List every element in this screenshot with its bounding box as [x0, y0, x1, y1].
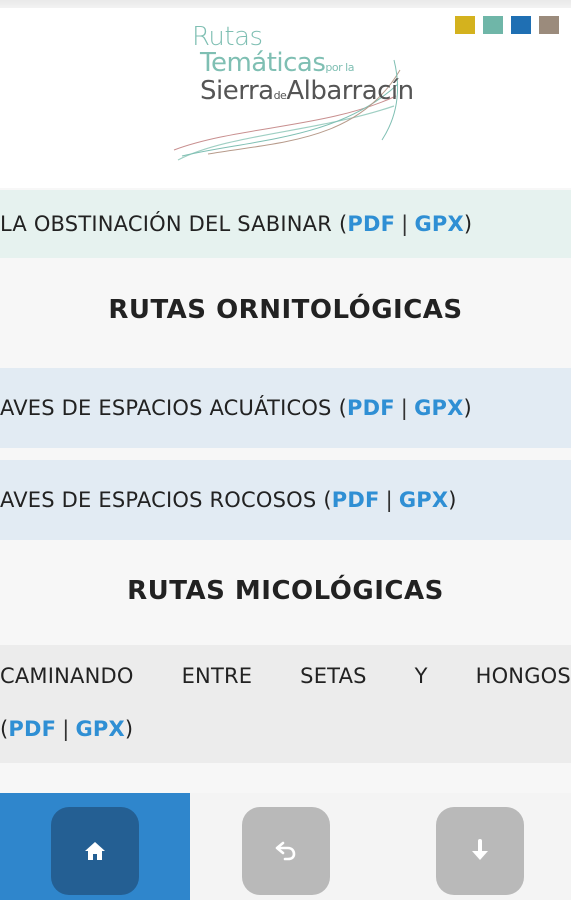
route-name: LA OBSTINACIÓN DEL SABINAR: [0, 212, 332, 236]
paren-open: (: [338, 212, 348, 236]
gpx-link[interactable]: GPX: [414, 396, 463, 420]
pdf-link[interactable]: PDF: [347, 212, 395, 236]
swatch-taupe[interactable]: [539, 16, 559, 34]
link-separator: |: [400, 396, 409, 420]
gpx-link[interactable]: GPX: [75, 717, 124, 741]
paren-open: (: [0, 717, 9, 741]
link-separator: |: [385, 488, 393, 512]
link-separator: |: [62, 717, 70, 741]
swatch-yellow[interactable]: [455, 16, 475, 34]
color-swatches: [455, 16, 559, 34]
paren-close: ): [463, 396, 472, 420]
gpx-link[interactable]: GPX: [399, 488, 448, 512]
paren-open: (: [338, 396, 347, 420]
route-item-acuaticos: AVES DE ESPACIOS ACUÁTICOS ( PDF | GPX ): [0, 368, 571, 448]
home-button[interactable]: [51, 807, 139, 895]
route-name: AVES DE ESPACIOS ACUÁTICOS: [0, 396, 332, 420]
download-button[interactable]: [436, 807, 524, 895]
pdf-link[interactable]: PDF: [8, 717, 56, 741]
paren-open: (: [323, 488, 332, 512]
paren-close: ): [448, 488, 457, 512]
paren-close: ): [124, 717, 134, 741]
app-header: Rutas Temáticaspor la SierradeAlbarracín: [0, 8, 571, 188]
route-word: HONGOS: [475, 664, 571, 688]
app-logo: Rutas Temáticaspor la SierradeAlbarracín: [168, 22, 414, 170]
swatch-blue[interactable]: [511, 16, 531, 34]
route-word: ENTRE: [181, 664, 253, 688]
download-arrow-icon: [472, 839, 488, 860]
route-item-setas: CAMINANDO ENTRE SETAS Y HONGOS ( PDF | G…: [0, 645, 571, 763]
route-links: ( PDF | GPX ): [0, 703, 571, 755]
home-icon: [85, 842, 105, 860]
pdf-link[interactable]: PDF: [347, 396, 395, 420]
gpx-link[interactable]: GPX: [414, 212, 463, 236]
bottom-navigation: [0, 793, 571, 900]
route-item-sabinar: LA OBSTINACIÓN DEL SABINAR ( PDF | GPX ): [0, 190, 571, 258]
logo-line-2: Temáticaspor la: [200, 48, 354, 78]
swatch-teal[interactable]: [483, 16, 503, 34]
route-name: CAMINANDO ENTRE SETAS Y HONGOS: [0, 645, 571, 703]
section-title-ornitologicas: RUTAS ORNITOLÓGICAS: [108, 295, 463, 325]
back-arrow-icon: [275, 841, 296, 861]
link-separator: |: [401, 212, 409, 236]
back-button[interactable]: [242, 807, 330, 895]
route-word: SETAS: [300, 664, 367, 688]
paren-close: ): [463, 212, 473, 236]
route-name: AVES DE ESPACIOS ROCOSOS: [0, 488, 317, 512]
pdf-link[interactable]: PDF: [332, 488, 380, 512]
section-title-micologicas: RUTAS MICOLÓGICAS: [127, 576, 444, 606]
logo-line-3: SierradeAlbarracín: [200, 76, 414, 106]
route-item-rocosos: AVES DE ESPACIOS ROCOSOS ( PDF | GPX ): [0, 460, 571, 540]
route-word: Y: [414, 664, 428, 688]
route-word: CAMINANDO: [0, 664, 134, 688]
